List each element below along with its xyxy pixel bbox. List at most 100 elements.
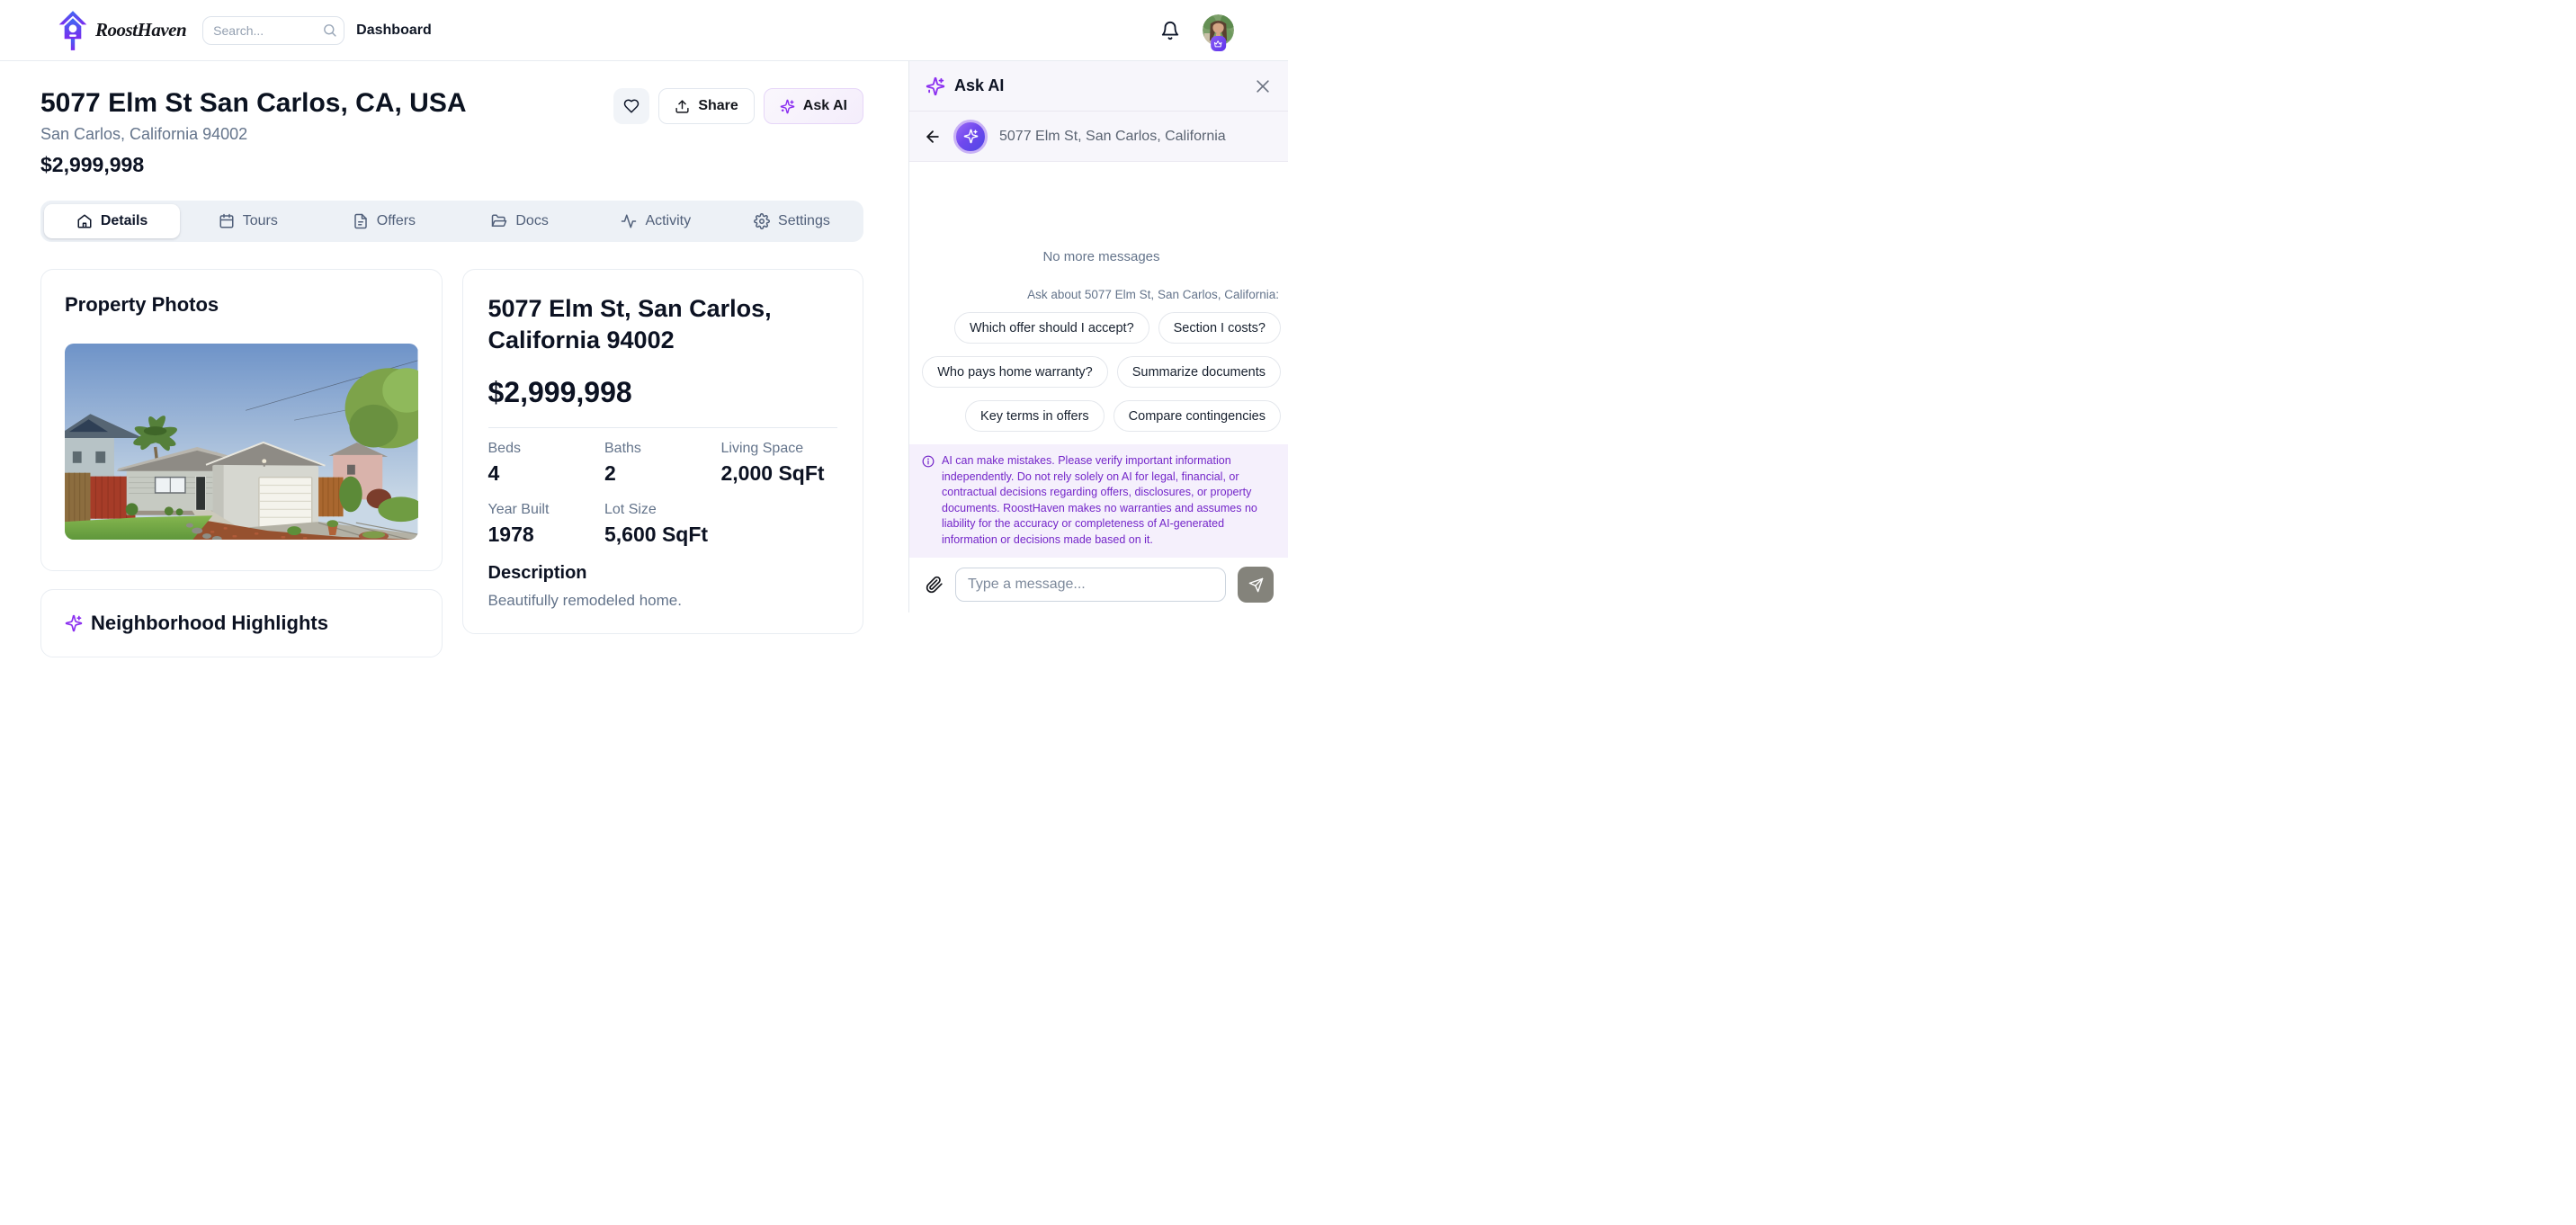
crown-icon xyxy=(1213,40,1222,49)
stat-year-built: Year Built 1978 xyxy=(488,502,605,547)
favorite-button[interactable] xyxy=(613,88,649,124)
send-button[interactable] xyxy=(1238,567,1274,603)
property-details-card: 5077 Elm St, San Carlos, California 9400… xyxy=(462,269,864,634)
top-nav: RoostHaven Dashboard xyxy=(0,0,1288,61)
tab-activity[interactable]: Activity xyxy=(588,204,724,238)
suggestion-pill[interactable]: Key terms in offers xyxy=(965,400,1105,432)
file-text-icon xyxy=(353,213,369,229)
property-main: 5077 Elm St San Carlos, CA, USA San Carl… xyxy=(0,61,908,612)
suggestion-pill[interactable]: Compare contingencies xyxy=(1114,400,1281,432)
stat-beds: Beds 4 xyxy=(488,441,605,486)
stat-value: 1978 xyxy=(488,523,605,547)
tab-details[interactable]: Details xyxy=(44,204,180,238)
home-icon xyxy=(76,213,93,229)
paperclip-icon[interactable] xyxy=(926,576,944,594)
stat-value: 2,000 SqFt xyxy=(721,461,838,486)
stat-baths: Baths 2 xyxy=(604,441,721,486)
property-photos-card: Property Photos xyxy=(40,269,443,571)
info-icon xyxy=(922,455,935,468)
ai-disclaimer-text: AI can make mistakes. Please verify impo… xyxy=(942,453,1275,548)
no-more-messages-label: No more messages xyxy=(922,249,1281,264)
sparkles-icon xyxy=(780,99,795,114)
activity-icon xyxy=(621,213,637,229)
roosthaven-logo-icon xyxy=(58,10,88,51)
suggestion-pill[interactable]: Section I costs? xyxy=(1158,312,1281,344)
gear-icon xyxy=(754,213,770,229)
nav-link-dashboard[interactable]: Dashboard xyxy=(356,22,432,39)
chat-message-input[interactable] xyxy=(955,568,1226,602)
tab-label: Activity xyxy=(645,213,691,229)
property-location: San Carlos, California 94002 xyxy=(40,125,467,144)
ai-conversation-avatar xyxy=(953,120,988,154)
send-icon xyxy=(1248,577,1264,593)
ask-ai-panel-header: Ask AI xyxy=(909,61,1288,112)
tab-label: Details xyxy=(101,213,148,229)
suggestion-row: Which offer should I accept? Section I c… xyxy=(922,312,1281,344)
stat-label: Beds xyxy=(488,441,605,457)
search-box xyxy=(202,16,344,45)
tab-tours[interactable]: Tours xyxy=(180,204,316,238)
property-price: $2,999,998 xyxy=(40,153,467,177)
house-photo-illustration xyxy=(65,344,418,540)
ask-ai-label: Ask AI xyxy=(803,98,847,114)
stat-label: Lot Size xyxy=(604,502,721,518)
stat-value: 4 xyxy=(488,461,605,486)
details-address-line1: 5077 Elm St, San Carlos, xyxy=(488,293,838,325)
suggestion-row: Who pays home warranty? Summarize docume… xyxy=(922,356,1281,388)
bell-icon[interactable] xyxy=(1160,21,1180,40)
neighborhood-card: Neighborhood Highlights xyxy=(40,589,443,657)
details-price: $2,999,998 xyxy=(488,376,838,409)
suggestion-pill[interactable]: Which offer should I accept? xyxy=(954,312,1149,344)
sparkles-icon xyxy=(65,614,83,632)
stat-label: Baths xyxy=(604,441,721,457)
close-icon[interactable] xyxy=(1254,77,1272,95)
ai-disclaimer: AI can make mistakes. Please verify impo… xyxy=(909,444,1288,558)
header-actions: Share Ask AI xyxy=(613,88,863,124)
suggestions-heading: Ask about 5077 Elm St, San Carlos, Calif… xyxy=(922,288,1281,301)
ask-ai-context-row: 5077 Elm St, San Carlos, California xyxy=(909,112,1288,162)
details-stats: Beds 4 Baths 2 Living Space 2,000 SqFt Y… xyxy=(488,441,838,547)
details-address: 5077 Elm St, San Carlos, California 9400… xyxy=(488,293,838,356)
sparkles-icon xyxy=(963,129,979,144)
share-label: Share xyxy=(698,98,738,114)
tab-label: Tours xyxy=(243,213,278,229)
suggestion-pill[interactable]: Summarize documents xyxy=(1117,356,1281,388)
stat-label: Year Built xyxy=(488,502,605,518)
neighborhood-card-title: Neighborhood Highlights xyxy=(91,612,328,635)
ask-ai-button[interactable]: Ask AI xyxy=(764,88,863,124)
property-tabs: Details Tours Offers Docs Activity xyxy=(40,201,863,242)
tab-docs[interactable]: Docs xyxy=(452,204,588,238)
stat-lot-size: Lot Size 5,600 SqFt xyxy=(604,502,721,547)
user-avatar[interactable] xyxy=(1203,14,1234,46)
suggestion-row: Key terms in offers Compare contingencie… xyxy=(922,400,1281,432)
tab-offers[interactable]: Offers xyxy=(316,204,452,238)
share-icon xyxy=(675,99,690,114)
details-divider xyxy=(488,427,838,428)
search-icon xyxy=(322,22,337,38)
left-column: Property Photos xyxy=(40,269,443,657)
page-title: 5077 Elm St San Carlos, CA, USA xyxy=(40,88,467,120)
stat-value: 5,600 SqFt xyxy=(604,523,721,547)
heart-icon xyxy=(623,98,640,114)
back-arrow-icon[interactable] xyxy=(924,128,942,146)
chat-input-row xyxy=(909,558,1288,612)
description-text: Beautifully remodeled home. xyxy=(488,592,838,610)
calendar-icon xyxy=(219,213,235,229)
suggestion-pill[interactable]: Who pays home warranty? xyxy=(922,356,1107,388)
tab-label: Settings xyxy=(778,213,830,229)
brand-name: RoostHaven xyxy=(95,19,186,41)
tab-settings[interactable]: Settings xyxy=(724,204,860,238)
property-photo[interactable] xyxy=(65,344,418,540)
sparkles-icon xyxy=(926,76,945,96)
description-title: Description xyxy=(488,563,838,584)
stat-label: Living Space xyxy=(721,441,838,457)
premium-crown-badge xyxy=(1211,36,1226,51)
ask-ai-panel: Ask AI 5077 Elm St, San Carlos, Californ… xyxy=(908,61,1288,612)
details-address-line2: California 94002 xyxy=(488,325,838,356)
stat-living-space: Living Space 2,000 SqFt xyxy=(721,441,838,486)
folder-icon xyxy=(491,213,507,229)
share-button[interactable]: Share xyxy=(658,88,754,124)
tab-label: Offers xyxy=(377,213,416,229)
stat-value: 2 xyxy=(604,461,721,486)
ask-ai-panel-title: Ask AI xyxy=(954,76,1004,95)
